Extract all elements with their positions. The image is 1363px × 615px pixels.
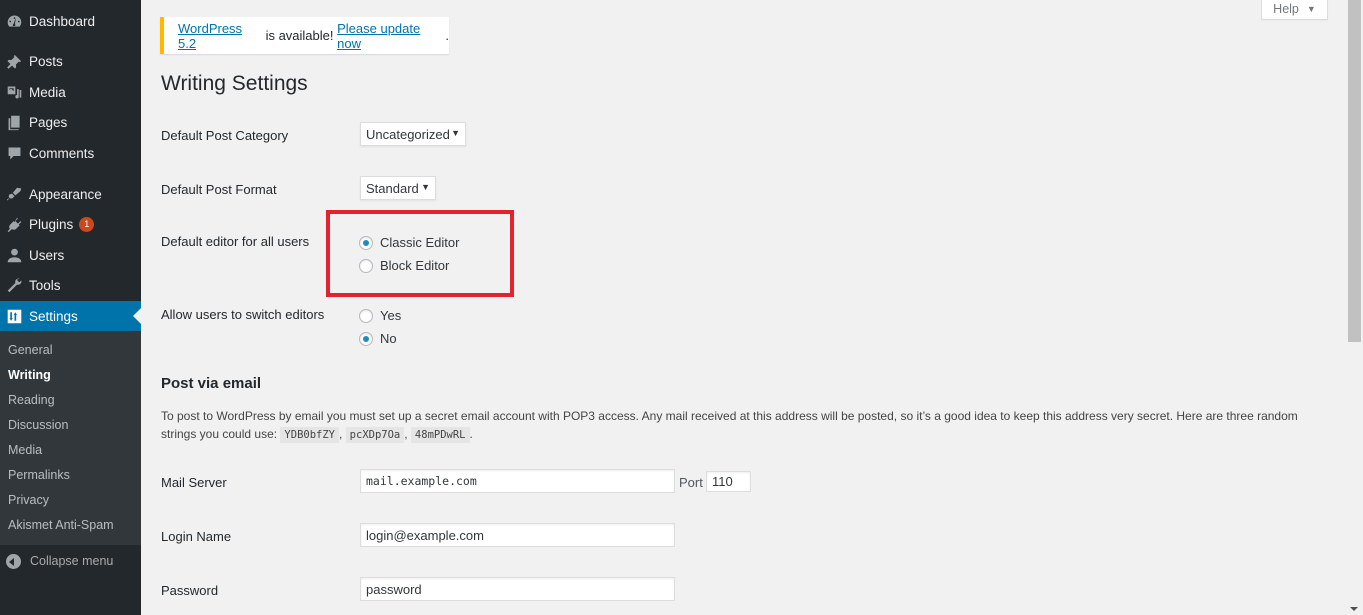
mail-server-label: Mail Server: [161, 475, 227, 490]
random-string: YDB0bfZY: [280, 427, 339, 443]
help-button[interactable]: Help ▼: [1261, 0, 1328, 20]
mail-server-input[interactable]: mail.example.com: [360, 469, 675, 493]
submenu-item-privacy[interactable]: Privacy: [8, 493, 49, 507]
settings-icon: [4, 306, 24, 326]
scrollbar-thumb[interactable]: [1348, 0, 1361, 342]
sidebar-item-label: Posts: [29, 53, 63, 69]
login-name-input[interactable]: login@example.com: [360, 523, 675, 547]
sidebar-item-tools[interactable]: Tools: [0, 270, 141, 300]
sidebar-item-settings[interactable]: Settings: [0, 301, 141, 331]
port-input[interactable]: 110: [706, 471, 751, 492]
admin-sidebar: Dashboard Posts Media Pages Comments App…: [0, 0, 141, 615]
settings-submenu: General Writing Reading Discussion Media…: [0, 331, 141, 545]
description-prefix: could use:: [222, 427, 281, 441]
mail-server-value: mail.example.com: [366, 474, 477, 488]
annotation-highlight-box: [326, 210, 514, 297]
comment-icon: [4, 143, 24, 163]
plugin-icon: [4, 214, 24, 234]
sidebar-item-label: Appearance: [29, 186, 102, 202]
pin-icon: [4, 51, 24, 71]
password-input[interactable]: password: [360, 577, 675, 601]
radio-label: No: [380, 331, 397, 346]
default-format-value: Standard: [366, 180, 419, 196]
user-icon: [4, 245, 24, 265]
sidebar-item-dashboard[interactable]: Dashboard: [0, 6, 141, 36]
notice-text: is available!: [261, 28, 338, 43]
caret-down-icon: ▼: [1306, 3, 1316, 14]
page-title: Writing Settings: [161, 72, 308, 95]
sidebar-item-label: Settings: [29, 308, 78, 324]
radio-unchecked[interactable]: [359, 308, 373, 323]
media-icon: [4, 82, 24, 102]
sidebar-item-label: Dashboard: [29, 13, 96, 29]
radio-allow-switch-no[interactable]: No: [359, 331, 397, 346]
sidebar-item-label: Tools: [29, 277, 61, 293]
submenu-item-discussion[interactable]: Discussion: [8, 418, 68, 432]
default-format-label: Default Post Format: [161, 182, 277, 197]
login-name-label: Login Name: [161, 529, 232, 544]
login-name-value: login@example.com: [366, 527, 484, 543]
submenu-item-general[interactable]: General: [8, 343, 52, 357]
sidebar-item-comments[interactable]: Comments: [0, 138, 141, 168]
port-label: Port: [679, 475, 703, 490]
vertical-scrollbar[interactable]: [1346, 0, 1363, 615]
dashboard-icon: [4, 11, 24, 31]
default-editor-label: Default editor for all users: [161, 234, 310, 249]
submenu-item-akismet[interactable]: Akismet Anti-Spam: [8, 518, 114, 532]
sidebar-item-label: Pages: [29, 114, 68, 130]
collapse-menu-label: Collapse menu: [30, 554, 114, 568]
sidebar-item-users[interactable]: Users: [0, 240, 141, 270]
radio-allow-switch-yes[interactable]: Yes: [359, 308, 401, 323]
default-category-value: Uncategorized: [366, 126, 450, 142]
random-string: pcXDp7Oa: [345, 427, 405, 443]
submenu-item-permalinks[interactable]: Permalinks: [8, 468, 70, 482]
port-value: 110: [712, 474, 733, 489]
default-format-select[interactable]: Standard ▼: [360, 176, 436, 200]
update-now-link[interactable]: Please update now: [337, 21, 445, 51]
pages-icon: [4, 112, 24, 132]
random-string: 48mPDwRL: [410, 427, 470, 443]
password-value: password: [366, 581, 422, 597]
sidebar-item-label: Comments: [29, 145, 95, 161]
main-content: Help ▼ WordPress 5.2 is available! Pleas…: [141, 0, 1346, 615]
submenu-item-media[interactable]: Media: [8, 443, 42, 457]
post-via-email-description: To post to WordPress by email you must s…: [161, 409, 1298, 443]
sidebar-item-posts[interactable]: Posts: [0, 46, 141, 76]
scroll-down-arrow-icon[interactable]: [1350, 607, 1358, 611]
default-category-select[interactable]: Uncategorized ▼: [360, 122, 466, 146]
update-notice: WordPress 5.2 is available! Please updat…: [160, 17, 449, 54]
caret-down-icon: ▼: [421, 182, 430, 192]
radio-checked[interactable]: [359, 331, 373, 346]
sidebar-item-label: Users: [29, 247, 65, 263]
wrench-icon: [4, 275, 24, 295]
allow-switch-label: Allow users to switch editors: [161, 307, 325, 322]
submenu-item-writing[interactable]: Writing: [8, 368, 51, 382]
notice-end: .: [445, 28, 449, 43]
paintbrush-icon: [4, 184, 24, 204]
sidebar-item-media[interactable]: Media: [0, 77, 141, 107]
caret-down-icon: ▼: [451, 128, 460, 138]
submenu-item-reading[interactable]: Reading: [8, 393, 55, 407]
sidebar-item-label: Media: [29, 84, 66, 100]
update-count-badge: 1: [79, 216, 95, 232]
sidebar-item-appearance[interactable]: Appearance: [0, 179, 141, 209]
radio-label: Yes: [380, 308, 402, 323]
default-category-label: Default Post Category: [161, 128, 289, 143]
collapse-menu-button[interactable]: Collapse menu: [0, 548, 141, 574]
section-title-post-via-email: Post via email: [161, 375, 262, 392]
sidebar-item-label: Plugins: [29, 216, 74, 232]
sidebar-item-plugins[interactable]: Plugins 1: [0, 209, 141, 239]
wordpress-version-link[interactable]: WordPress 5.2: [178, 21, 262, 51]
password-label: Password: [161, 583, 219, 598]
sidebar-item-pages[interactable]: Pages: [0, 107, 141, 137]
collapse-arrow-icon: [6, 553, 21, 569]
help-label: Help: [1273, 1, 1299, 16]
